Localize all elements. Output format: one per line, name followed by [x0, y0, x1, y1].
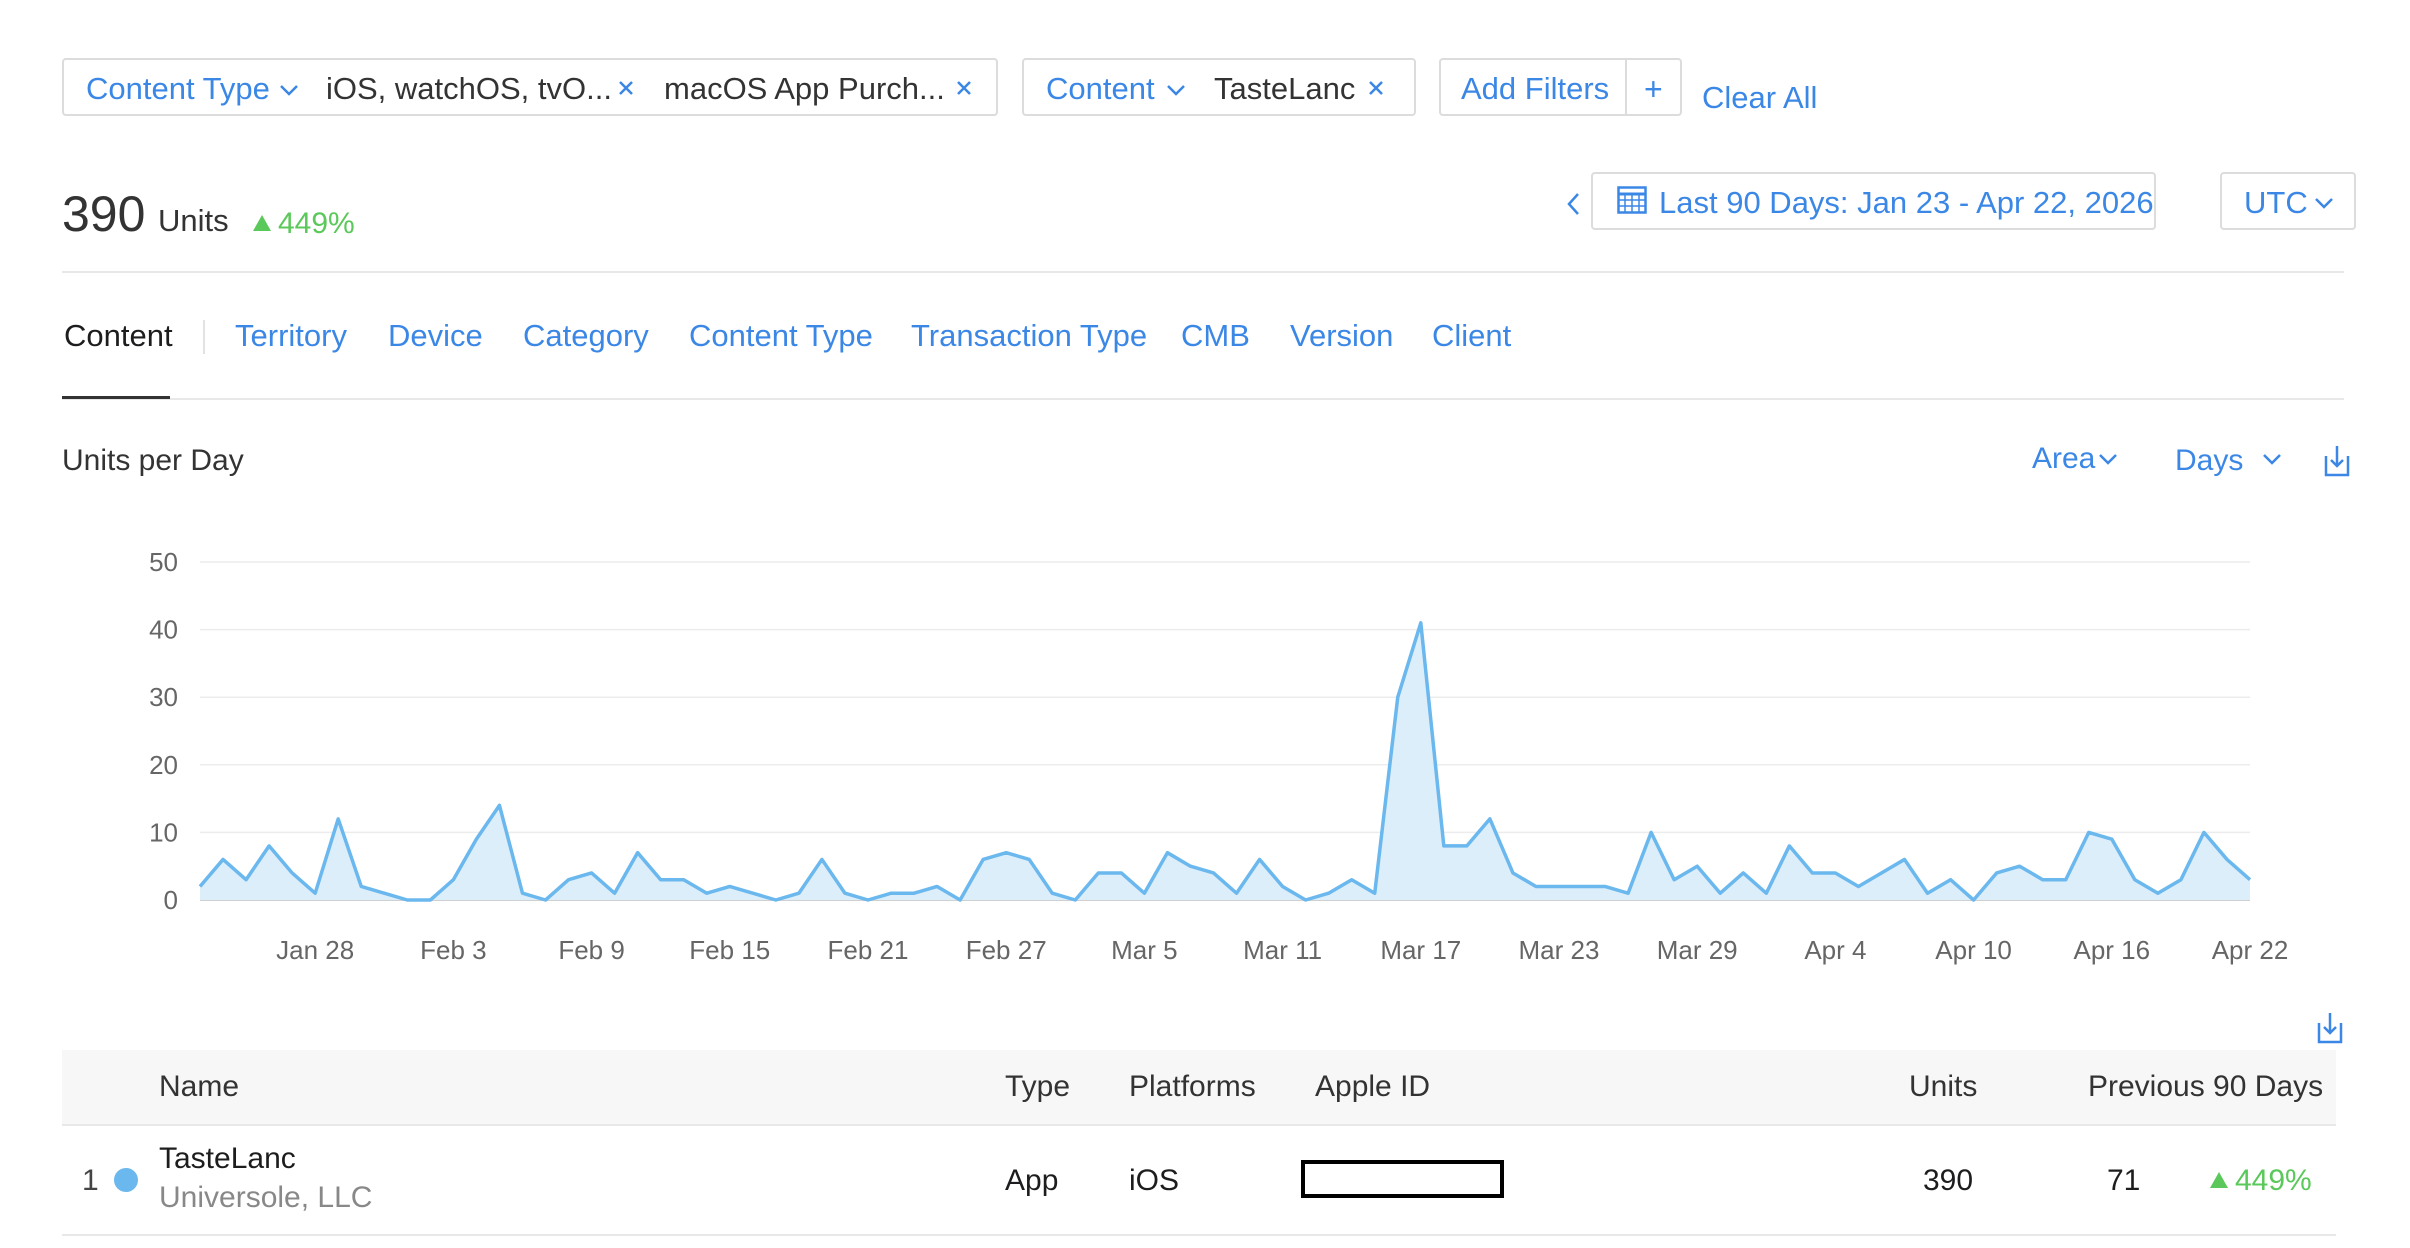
chevron-down-icon — [2315, 198, 2333, 209]
column-header-units[interactable]: Units — [1909, 1069, 1977, 1105]
row-platforms: iOS — [1129, 1164, 1180, 1197]
divider — [1625, 60, 1627, 114]
row-units: 390 — [1923, 1164, 1974, 1197]
row-previous: 71 — [2107, 1164, 2141, 1197]
y-tick-label: 50 — [149, 547, 178, 577]
x-tick-label: Feb 21 — [828, 935, 909, 965]
row-change: 449% — [2235, 1164, 2312, 1197]
download-icon[interactable] — [2316, 1011, 2344, 1045]
content-filter[interactable]: Content TasteLanc — [1022, 58, 1416, 116]
series-color-dot — [114, 1168, 138, 1192]
tab-device[interactable]: Device — [388, 318, 483, 354]
units-label: Units — [158, 203, 229, 238]
tab-category[interactable]: Category — [523, 318, 649, 354]
y-tick-label: 10 — [149, 817, 178, 847]
tab-content[interactable]: Content — [64, 318, 173, 354]
close-icon[interactable] — [1362, 74, 1390, 102]
add-filters-button[interactable]: Add Filters — [1461, 73, 1609, 105]
timezone-select[interactable]: UTC — [2220, 172, 2356, 230]
x-tick-label: Mar 5 — [1111, 935, 1177, 965]
tab-transaction-type[interactable]: Transaction Type — [911, 318, 1147, 354]
chart-title: Units per Day — [62, 444, 244, 477]
x-tick-label: Mar 11 — [1243, 935, 1322, 965]
filter-chip-ios: iOS, watchOS, tvO... — [326, 71, 612, 106]
x-tick-label: Feb 9 — [558, 935, 625, 965]
redacted-apple-id — [1301, 1160, 1504, 1198]
y-tick-label: 40 — [149, 615, 178, 645]
x-tick-label: Apr 22 — [2212, 935, 2289, 965]
add-filters-group: Add Filters + — [1439, 58, 1682, 116]
y-tick-label: 0 — [164, 885, 178, 915]
timezone-label: UTC — [2244, 185, 2308, 220]
total-units: 390 — [62, 186, 146, 242]
clear-all-link[interactable]: Clear All — [1702, 80, 1817, 116]
divider — [62, 271, 2344, 273]
content-type-filter-label[interactable]: Content Type — [86, 73, 270, 105]
add-icon[interactable]: + — [1644, 73, 1663, 105]
x-tick-label: Feb 27 — [966, 935, 1047, 965]
tab-content-type[interactable]: Content Type — [689, 318, 873, 354]
content-filter-label[interactable]: Content — [1046, 73, 1155, 105]
tab-territory[interactable]: Territory — [235, 318, 347, 354]
filter-chip-macos: macOS App Purch... — [664, 71, 945, 106]
close-icon[interactable] — [612, 74, 640, 102]
x-tick-label: Apr 4 — [1804, 935, 1866, 965]
tab-cmb[interactable]: CMB — [1181, 318, 1250, 354]
column-header-name[interactable]: Name — [159, 1069, 239, 1105]
column-header-platforms[interactable]: Platforms — [1129, 1069, 1256, 1105]
chevron-down-icon[interactable] — [279, 84, 299, 96]
x-tick-label: Mar 17 — [1380, 935, 1461, 965]
units-chart: 0 10 20 30 40 50 Jan 28 Feb 3 Feb 9 Feb 15 Feb 21 F… — [149, 547, 2289, 965]
chevron-down-icon[interactable] — [2098, 453, 2118, 465]
x-tick-label: Feb 3 — [420, 935, 487, 965]
y-tick-label: 30 — [149, 682, 178, 712]
row-app-name[interactable]: TasteLanc — [159, 1141, 296, 1177]
close-icon[interactable] — [950, 74, 978, 102]
download-icon[interactable] — [2323, 444, 2351, 478]
x-tick-label: Apr 10 — [1935, 935, 2012, 965]
chevron-down-icon[interactable] — [1166, 84, 1186, 96]
active-tab-underline — [62, 396, 170, 399]
row-rank: 1 — [82, 1164, 99, 1197]
x-tick-label: Feb 15 — [689, 935, 770, 965]
y-tick-label: 20 — [149, 750, 178, 780]
tab-client[interactable]: Client — [1432, 318, 1511, 354]
chevron-down-icon[interactable] — [2262, 453, 2282, 465]
column-header-apple-id[interactable]: Apple ID — [1315, 1069, 1430, 1105]
chart-style-select[interactable]: Area — [2032, 441, 2095, 477]
calendar-icon — [1617, 186, 1647, 214]
row-type: App — [1005, 1164, 1059, 1197]
row-developer: Universole, LLC — [159, 1181, 373, 1214]
summary-change: 449% — [278, 207, 355, 240]
column-header-previous[interactable]: Previous 90 Days — [2088, 1069, 2323, 1105]
x-tick-label: Apr 16 — [2073, 935, 2150, 965]
x-tick-label: Mar 29 — [1657, 935, 1738, 965]
up-arrow-icon — [253, 215, 271, 231]
date-range-button[interactable]: Last 90 Days: Jan 23 - Apr 22, 2026 — [1591, 172, 2156, 230]
divider — [62, 1234, 2336, 1236]
tab-separator — [203, 320, 205, 354]
x-tick-label: Mar 23 — [1519, 935, 1600, 965]
series-area — [200, 622, 2250, 900]
filter-chip-tastelanc: TasteLanc — [1214, 71, 1356, 106]
date-range-label: Last 90 Days: Jan 23 - Apr 22, 2026 — [1659, 185, 2154, 220]
interval-select[interactable]: Days — [2175, 443, 2243, 479]
tab-version[interactable]: Version — [1290, 318, 1393, 354]
content-type-filter[interactable]: Content Type iOS, watchOS, tvO... macOS … — [62, 58, 998, 116]
chevron-left-icon[interactable] — [1566, 191, 1582, 217]
up-arrow-icon — [2210, 1172, 2228, 1188]
x-tick-label: Jan 28 — [276, 935, 354, 965]
divider — [62, 398, 2344, 400]
column-header-type[interactable]: Type — [1005, 1069, 1070, 1105]
